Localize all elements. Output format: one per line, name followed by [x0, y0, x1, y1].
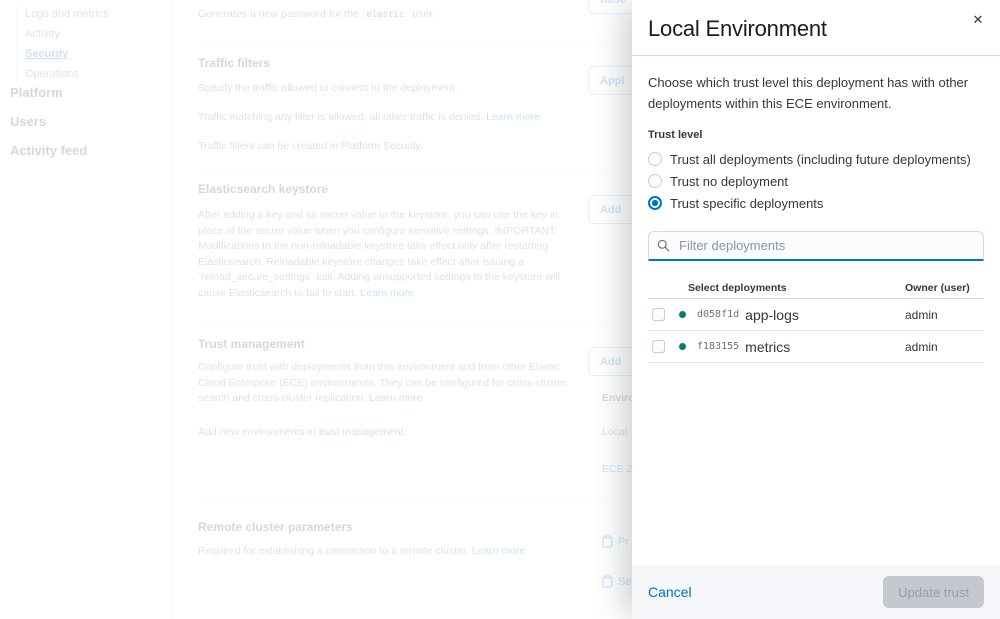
radio-icon: [648, 152, 662, 166]
radio-icon: [648, 174, 662, 188]
radio-label: Trust specific deployments: [670, 196, 823, 211]
trust-level-label: Trust level: [648, 129, 984, 141]
flyout-intro-text: Choose which trust level this deployment…: [648, 72, 984, 114]
radio-trust-no-deployment[interactable]: Trust no deployment: [648, 170, 984, 192]
search-icon: [657, 239, 670, 252]
deployments-table: Select deployments Owner (user) d058f1d …: [648, 282, 984, 363]
close-icon[interactable]: ✕: [968, 10, 988, 30]
radio-icon: [648, 196, 662, 210]
cancel-button[interactable]: Cancel: [648, 584, 692, 600]
health-dot-icon: [679, 311, 686, 318]
flyout-title: Local Environment: [648, 16, 960, 42]
column-header-select-deployments: Select deployments: [688, 282, 787, 294]
deployment-name: app-logs: [745, 307, 799, 323]
deployment-id: f183155: [697, 341, 739, 352]
flyout-header: Local Environment ✕: [632, 0, 1000, 56]
local-environment-flyout: Local Environment ✕ Choose which trust l…: [632, 0, 1000, 619]
trust-level-radio-group: Trust all deployments (including future …: [648, 148, 984, 214]
deployment-checkbox[interactable]: [652, 308, 665, 321]
radio-trust-all-deployments[interactable]: Trust all deployments (including future …: [648, 148, 984, 170]
deployment-name: metrics: [745, 339, 790, 355]
radio-label: Trust no deployment: [670, 174, 788, 189]
deployment-filter: [648, 231, 984, 261]
flyout-footer: Cancel Update trust: [632, 565, 1000, 619]
radio-trust-specific-deployments[interactable]: Trust specific deployments: [648, 192, 984, 214]
filter-deployments-input[interactable]: [648, 231, 984, 261]
radio-label: Trust all deployments (including future …: [670, 152, 971, 167]
column-header-owner: Owner (user): [905, 282, 970, 294]
health-dot-icon: [679, 343, 686, 350]
flyout-body: Choose which trust level this deployment…: [632, 56, 1000, 379]
flyout-overlay-mask[interactable]: [0, 0, 632, 619]
app-window: Logs and metrics Activity Security Opera…: [0, 0, 1000, 619]
deployment-id: d058f1d: [697, 309, 739, 320]
table-row: d058f1d app-logs admin: [648, 299, 984, 331]
deployment-owner: admin: [905, 340, 938, 354]
deployment-checkbox[interactable]: [652, 340, 665, 353]
table-row: f183155 metrics admin: [648, 331, 984, 363]
deployment-owner: admin: [905, 308, 938, 322]
deployments-table-header: Select deployments Owner (user): [648, 282, 984, 299]
update-trust-button[interactable]: Update trust: [883, 576, 984, 608]
